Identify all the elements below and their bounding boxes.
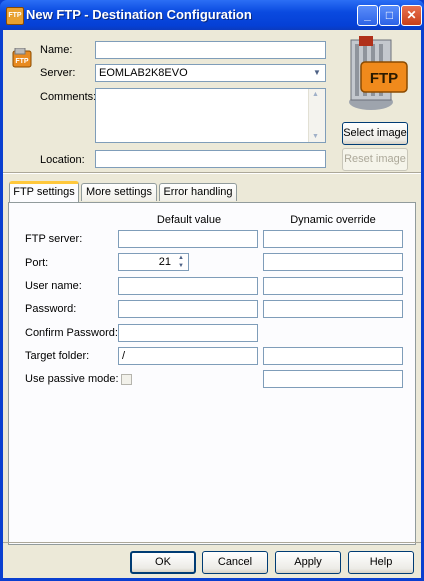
tab-error-handling[interactable]: Error handling bbox=[159, 183, 237, 201]
ftp-server-label: FTP server: bbox=[25, 233, 83, 245]
scroll-down-icon[interactable]: ▼ bbox=[312, 133, 319, 140]
passive-mode-label: Use passive mode: bbox=[25, 373, 119, 385]
cancel-button[interactable]: Cancel bbox=[202, 551, 268, 574]
confirm-password-field[interactable] bbox=[118, 324, 258, 342]
location-field[interactable] bbox=[95, 150, 326, 168]
server-combobox[interactable]: EOMLAB2K8EVO ▼ bbox=[95, 64, 326, 82]
comments-scrollbar[interactable]: ▲ ▼ bbox=[308, 89, 325, 142]
comments-label: Comments: bbox=[40, 91, 97, 103]
svg-text:FTP: FTP bbox=[15, 58, 29, 65]
window-title: New FTP - Destination Configuration bbox=[26, 7, 252, 22]
confirm-password-label: Confirm Password: bbox=[25, 327, 118, 339]
port-stepper[interactable]: 21 ▲ ▼ bbox=[118, 253, 189, 271]
user-name-field[interactable] bbox=[118, 277, 258, 295]
password-override-field[interactable] bbox=[263, 300, 403, 318]
tab-more-settings[interactable]: More settings bbox=[81, 183, 157, 201]
ftp-settings-panel: Default value Dynamic override FTP serve… bbox=[8, 202, 416, 545]
scroll-up-icon[interactable]: ▲ bbox=[312, 91, 319, 98]
dialog-client: FTP Name: Server: EOMLAB2K8EVO ▼ Comment… bbox=[3, 30, 421, 578]
select-image-button[interactable]: Select image bbox=[342, 122, 408, 145]
port-override-field[interactable] bbox=[263, 253, 403, 271]
passive-mode-override-field[interactable] bbox=[263, 370, 403, 388]
footer-separator bbox=[3, 542, 421, 543]
name-label: Name: bbox=[40, 44, 73, 56]
help-button[interactable]: Help bbox=[348, 551, 414, 574]
logo-label: FTP bbox=[370, 70, 398, 87]
default-value-header: Default value bbox=[156, 214, 222, 226]
comments-field[interactable]: ▲ ▼ bbox=[95, 88, 326, 143]
password-label: Password: bbox=[25, 303, 77, 315]
minimize-button[interactable]: _ bbox=[357, 5, 378, 26]
password-field[interactable] bbox=[118, 300, 258, 318]
chevron-down-icon[interactable]: ▼ bbox=[310, 66, 324, 80]
spin-arrows-icon[interactable]: ▲ ▼ bbox=[175, 254, 187, 270]
reset-image-button[interactable]: Reset image bbox=[342, 148, 408, 171]
dynamic-override-header: Dynamic override bbox=[290, 214, 376, 226]
dialog-window: FTP New FTP - Destination Configuration … bbox=[0, 0, 424, 581]
target-folder-override-field[interactable] bbox=[263, 347, 403, 365]
target-folder-field[interactable]: / bbox=[118, 347, 258, 365]
user-name-override-field[interactable] bbox=[263, 277, 403, 295]
ftp-destination-icon: FTP bbox=[12, 47, 34, 70]
location-label: Location: bbox=[40, 154, 85, 166]
name-field[interactable] bbox=[95, 41, 326, 59]
target-folder-label: Target folder: bbox=[25, 350, 90, 362]
port-label: Port: bbox=[25, 257, 49, 269]
ok-button[interactable]: OK bbox=[130, 551, 196, 574]
tab-ftp-settings[interactable]: FTP settings bbox=[9, 181, 79, 202]
server-value: EOMLAB2K8EVO bbox=[99, 67, 188, 79]
ftp-server-field[interactable] bbox=[118, 230, 258, 248]
ftp-server-override-field[interactable] bbox=[263, 230, 403, 248]
server-label: Server: bbox=[40, 67, 76, 79]
port-value: 21 bbox=[158, 256, 171, 268]
ftp-logo-image: FTP bbox=[345, 32, 409, 120]
close-button[interactable]: ✕ bbox=[401, 5, 422, 26]
ftp-app-icon: FTP bbox=[6, 7, 24, 25]
user-name-label: User name: bbox=[25, 280, 82, 292]
title-bar[interactable]: FTP New FTP - Destination Configuration … bbox=[0, 0, 424, 30]
maximize-button[interactable]: □ bbox=[379, 5, 400, 26]
passive-mode-checkbox[interactable] bbox=[121, 374, 132, 385]
apply-button[interactable]: Apply bbox=[275, 551, 341, 574]
header-separator bbox=[3, 172, 421, 174]
